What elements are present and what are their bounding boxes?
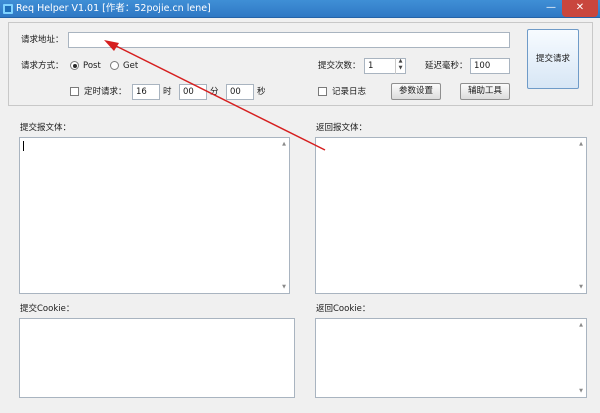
return-cookie-scrollbar[interactable]: ▲ ▼ — [576, 319, 586, 397]
spin-down-icon[interactable]: ▼ — [396, 65, 405, 72]
scroll-down-icon[interactable]: ▼ — [576, 386, 586, 396]
tools-button[interactable]: 辅助工具 — [460, 83, 510, 100]
return-body-scrollbar[interactable]: ▲ ▼ — [576, 138, 586, 293]
return-body-textarea[interactable]: ▲ ▼ — [315, 137, 587, 294]
scroll-up-icon[interactable]: ▲ — [279, 139, 289, 149]
log-checkbox[interactable] — [318, 87, 327, 96]
log-label: 记录日志 — [332, 87, 367, 97]
timer-min-input[interactable]: 00 — [179, 84, 207, 100]
method-label: 请求方式： — [21, 61, 64, 71]
scroll-down-icon[interactable]: ▼ — [279, 282, 289, 292]
timer-hour-unit: 时 — [163, 87, 172, 97]
return-body-label: 返回报文体： — [316, 123, 368, 133]
scroll-down-icon[interactable]: ▼ — [576, 282, 586, 292]
count-label: 提交次数： — [318, 61, 361, 71]
app-icon — [3, 4, 13, 14]
title-bar: Req Helper V1.01 [作者：52pojie.cn lene] — … — [0, 0, 600, 18]
return-cookie-label: 返回Cookie： — [316, 304, 371, 314]
submit-body-textarea[interactable]: ▲ ▼ — [19, 137, 290, 294]
url-label: 请求地址： — [21, 35, 64, 45]
timer-sec-input[interactable]: 00 — [226, 84, 254, 100]
scroll-up-icon[interactable]: ▲ — [576, 320, 586, 330]
submit-request-button[interactable]: 提交请求 — [527, 29, 579, 89]
submit-cookie-label: 提交Cookie： — [20, 304, 75, 314]
window-title: Req Helper V1.01 [作者：52pojie.cn lene] — [16, 3, 211, 14]
method-get-label: Get — [123, 61, 139, 71]
url-input[interactable] — [68, 32, 510, 48]
delay-label: 延迟毫秒： — [425, 61, 468, 71]
method-get-radio[interactable] — [110, 61, 119, 70]
count-value: 1 — [368, 61, 374, 71]
spin-up-icon[interactable]: ▲ — [396, 58, 405, 65]
method-post-radio[interactable] — [70, 61, 79, 70]
scroll-up-icon[interactable]: ▲ — [576, 139, 586, 149]
submit-cookie-textarea[interactable] — [19, 318, 295, 398]
submit-body-scrollbar[interactable]: ▲ ▼ — [279, 138, 289, 293]
count-input[interactable]: 1 ▲ ▼ — [364, 58, 406, 74]
params-button[interactable]: 参数设置 — [391, 83, 441, 100]
delay-input[interactable]: 100 — [470, 58, 510, 74]
close-button[interactable]: ✕ — [562, 0, 598, 17]
timer-min-unit: 分 — [210, 87, 219, 97]
timer-hour-input[interactable]: 16 — [132, 84, 160, 100]
return-cookie-textarea[interactable]: ▲ ▼ — [315, 318, 587, 398]
count-spinner[interactable]: ▲ ▼ — [395, 58, 405, 74]
text-caret — [23, 141, 24, 151]
timer-checkbox[interactable] — [70, 87, 79, 96]
timer-sec-unit: 秒 — [257, 87, 266, 97]
timer-label: 定时请求： — [84, 87, 127, 97]
method-post-label: Post — [83, 61, 101, 71]
request-settings-panel: 请求地址： 请求方式： Post Get 提交次数： 1 ▲ ▼ 延迟毫秒： 1… — [8, 22, 593, 106]
minimize-button[interactable]: — — [542, 0, 560, 17]
submit-body-label: 提交报文体： — [20, 123, 72, 133]
